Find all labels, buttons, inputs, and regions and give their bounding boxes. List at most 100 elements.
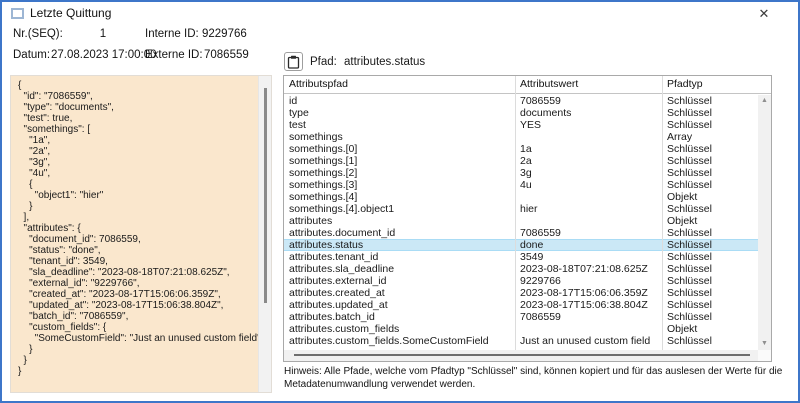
cell-wert: 7086559 xyxy=(515,311,662,323)
cell-wert: documents xyxy=(515,107,662,119)
table-row[interactable]: somethings.[2]3gSchlüssel xyxy=(284,167,758,179)
table-row[interactable]: id7086559Schlüssel xyxy=(284,95,758,107)
table-row[interactable]: somethingsArray xyxy=(284,131,758,143)
cell-wert: 7086559 xyxy=(515,227,662,239)
path-label: Pfad: xyxy=(310,56,337,68)
cell-typ: Schlüssel xyxy=(662,311,758,323)
table-row[interactable]: attributes.external_id9229766Schlüssel xyxy=(284,275,758,287)
cell-wert: done xyxy=(515,239,662,251)
cell-wert: hier xyxy=(515,203,662,215)
cell-typ: Schlüssel xyxy=(662,287,758,299)
dialog-letzte-quittung: Letzte Quittung ✕ Nr.(SEQ): 1 Interne ID… xyxy=(0,0,800,403)
json-vertical-scrollbar[interactable] xyxy=(258,76,271,392)
clipboard-icon xyxy=(287,55,300,69)
table-vertical-scrollbar[interactable]: ▲ ▼ xyxy=(758,95,771,350)
copy-path-button[interactable] xyxy=(284,52,303,71)
cell-typ: Schlüssel xyxy=(662,203,758,215)
cell-pfad: somethings.[4] xyxy=(284,191,515,203)
cell-typ: Objekt xyxy=(662,323,758,335)
cell-pfad: somethings.[4].object1 xyxy=(284,203,515,215)
cell-pfad: attributes.created_at xyxy=(284,287,515,299)
scrollbar-corner xyxy=(758,350,771,361)
cell-wert: 1a xyxy=(515,143,662,155)
attribute-table-body: id7086559SchlüsseltypedocumentsSchlüssel… xyxy=(284,95,758,350)
table-row[interactable]: attributes.batch_id7086559Schlüssel xyxy=(284,311,758,323)
cell-pfad: id xyxy=(284,95,515,107)
table-row[interactable]: testYESSchlüssel xyxy=(284,119,758,131)
window-title: Letzte Quittung xyxy=(30,6,111,20)
cell-typ: Schlüssel xyxy=(662,251,758,263)
seq-label: Nr.(SEQ): xyxy=(13,28,63,40)
cell-wert: Just an unused custom field xyxy=(515,335,662,347)
interne-id-label: Interne ID: xyxy=(145,28,199,40)
cell-pfad: somethings.[0] xyxy=(284,143,515,155)
cell-typ: Schlüssel xyxy=(662,167,758,179)
column-header-attributswert[interactable]: Attributswert xyxy=(515,76,662,93)
table-row[interactable]: attributes.document_id7086559Schlüssel xyxy=(284,227,758,239)
cell-typ: Objekt xyxy=(662,191,758,203)
cell-typ: Objekt xyxy=(662,215,758,227)
table-row[interactable]: attributes.updated_at2023-08-17T15:06:38… xyxy=(284,299,758,311)
table-row[interactable]: somethings.[0]1aSchlüssel xyxy=(284,143,758,155)
column-divider xyxy=(662,76,663,350)
cell-typ: Schlüssel xyxy=(662,107,758,119)
table-horizontal-scrollbar[interactable] xyxy=(284,350,758,361)
table-row[interactable]: somethings.[3]4uSchlüssel xyxy=(284,179,758,191)
titlebar: Letzte Quittung ✕ xyxy=(2,2,798,26)
cell-wert: 2a xyxy=(515,155,662,167)
cell-typ: Schlüssel xyxy=(662,239,758,251)
table-header: Attributspfad Attributswert Pfadtyp xyxy=(284,76,771,94)
cell-wert: 9229766 xyxy=(515,275,662,287)
table-row[interactable]: somethings.[4].object1hierSchlüssel xyxy=(284,203,758,215)
cell-typ: Schlüssel xyxy=(662,95,758,107)
cell-pfad: somethings.[3] xyxy=(284,179,515,191)
json-preview-panel[interactable]: { "id": "7086559", "type": "documents", … xyxy=(10,75,272,393)
table-row[interactable]: attributes.sla_deadline2023-08-18T07:21:… xyxy=(284,263,758,275)
cell-wert: 4u xyxy=(515,179,662,191)
table-row[interactable]: attributes.statusdoneSchlüssel xyxy=(284,239,758,251)
externe-id-label: Externe ID: xyxy=(145,49,203,61)
cell-wert: YES xyxy=(515,119,662,131)
datum-value: 27.08.2023 17:00:00 xyxy=(51,49,157,61)
column-divider xyxy=(515,76,516,350)
column-header-attributspfad[interactable]: Attributspfad xyxy=(284,76,515,93)
cell-wert xyxy=(515,323,662,335)
table-row[interactable]: somethings.[1]2aSchlüssel xyxy=(284,155,758,167)
scroll-up-icon[interactable]: ▲ xyxy=(758,95,771,107)
cell-pfad: attributes xyxy=(284,215,515,227)
window-icon xyxy=(11,8,24,19)
cell-typ: Schlüssel xyxy=(662,143,758,155)
cell-typ: Schlüssel xyxy=(662,335,758,347)
json-content: { "id": "7086559", "type": "documents", … xyxy=(11,76,271,392)
table-row[interactable]: attributes.tenant_id3549Schlüssel xyxy=(284,251,758,263)
table-row[interactable]: attributes Objekt xyxy=(284,215,758,227)
table-row[interactable]: attributes.created_at2023-08-17T15:06:06… xyxy=(284,287,758,299)
table-row[interactable]: attributes.custom_fields Objekt xyxy=(284,323,758,335)
cell-pfad: attributes.custom_fields.SomeCustomField xyxy=(284,335,515,347)
cell-pfad: test xyxy=(284,119,515,131)
cell-wert: 3549 xyxy=(515,251,662,263)
table-row[interactable]: somethings.[4] Objekt xyxy=(284,191,758,203)
close-icon[interactable]: ✕ xyxy=(754,5,774,23)
column-header-pfadtyp[interactable]: Pfadtyp xyxy=(662,76,771,93)
cell-wert: 2023-08-17T15:06:38.804Z xyxy=(515,299,662,311)
cell-pfad: somethings.[2] xyxy=(284,167,515,179)
table-row[interactable]: attributes.custom_fields.SomeCustomField… xyxy=(284,335,758,347)
cell-wert xyxy=(515,215,662,227)
cell-typ: Schlüssel xyxy=(662,263,758,275)
json-scrollbar-thumb[interactable] xyxy=(264,88,267,303)
scroll-down-icon[interactable]: ▼ xyxy=(758,338,771,350)
table-row[interactable]: typedocumentsSchlüssel xyxy=(284,107,758,119)
cell-pfad: attributes.document_id xyxy=(284,227,515,239)
cell-pfad: attributes.custom_fields xyxy=(284,323,515,335)
cell-typ: Schlüssel xyxy=(662,275,758,287)
seq-value: 1 xyxy=(94,28,112,40)
cell-wert: 2023-08-18T07:21:08.625Z xyxy=(515,263,662,275)
hint-line-2: Metadatenumwandlung verwendet werden. xyxy=(284,378,796,391)
cell-typ: Schlüssel xyxy=(662,179,758,191)
cell-pfad: type xyxy=(284,107,515,119)
attribute-table: Attributspfad Attributswert Pfadtyp id70… xyxy=(283,75,772,362)
cell-pfad: attributes.tenant_id xyxy=(284,251,515,263)
horizontal-scrollbar-thumb[interactable] xyxy=(294,354,750,356)
cell-typ: Schlüssel xyxy=(662,299,758,311)
